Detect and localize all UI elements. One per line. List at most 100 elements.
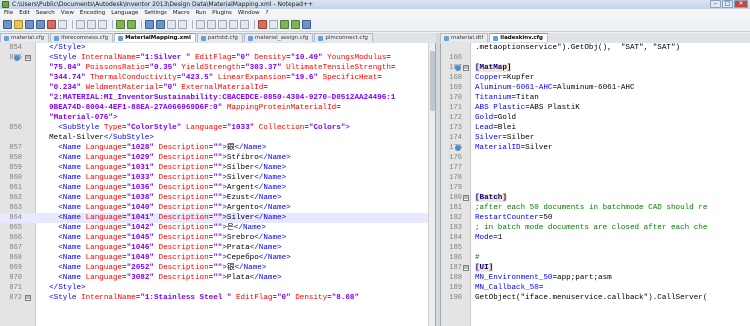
- save-all-icon[interactable]: [36, 20, 45, 29]
- code-line[interactable]: 166: [441, 53, 750, 63]
- code-line[interactable]: 169 Aluminum-6061-AHC=Aluminum-6061-AHC: [441, 83, 750, 93]
- code-line[interactable]: 173 Lead=Blei: [441, 123, 750, 133]
- code-line[interactable]: 866 <Name Language="1045" Description=""…: [0, 233, 435, 243]
- fold-toggle-icon[interactable]: ⊟: [463, 195, 469, 201]
- code-line[interactable]: 867 <Name Language="1046" Description=""…: [0, 243, 435, 253]
- file-tab[interactable]: material_assign.cfg: [243, 33, 314, 42]
- print-icon[interactable]: [58, 20, 67, 29]
- code-line[interactable]: 185: [441, 243, 750, 253]
- fold-toggle-icon[interactable]: ⊟: [25, 295, 31, 301]
- copy-icon[interactable]: [87, 20, 96, 29]
- zoom-out-icon[interactable]: [178, 20, 187, 29]
- code-line[interactable]: "75.84" PoissonsRatio = "0.35" YieldStreng…: [0, 63, 435, 73]
- undo-icon[interactable]: [116, 20, 125, 29]
- code-line[interactable]: 855⊟ <Style InternalName="1:Silver " Edi…: [0, 53, 435, 63]
- menu-item-window[interactable]: Window: [238, 9, 260, 18]
- code-line[interactable]: 870 <Name Language="3082" Description=""…: [0, 273, 435, 283]
- fold-toggle-icon[interactable]: ⊟: [25, 55, 31, 61]
- code-line[interactable]: 168 Copper=Kupfer: [441, 73, 750, 83]
- menu-item-view[interactable]: View: [61, 9, 74, 18]
- file-tab[interactable]: material.cfg: [0, 33, 50, 42]
- minimize-button[interactable]: –: [710, 0, 721, 8]
- bookmark-marker-icon[interactable]: [455, 65, 461, 71]
- fold-toggle-icon[interactable]: ⊟: [463, 65, 469, 71]
- menu-item-file[interactable]: File: [4, 9, 13, 18]
- vertical-scrollbar[interactable]: [428, 43, 435, 326]
- code-line[interactable]: 178: [441, 173, 750, 183]
- code-line[interactable]: 177: [441, 163, 750, 173]
- new-file-icon[interactable]: [3, 20, 12, 29]
- code-line[interactable]: 175MaterialID=Silver: [441, 143, 750, 153]
- save-macro-icon[interactable]: [302, 20, 311, 29]
- stop-macro-icon[interactable]: [269, 20, 278, 29]
- run-macro-multiple-icon[interactable]: [291, 20, 300, 29]
- sync-horizontal-icon[interactable]: [207, 20, 216, 29]
- code-line[interactable]: 856 <SubStyle Type="ColorStyle" Language…: [0, 123, 435, 133]
- code-line[interactable]: 862 <Name Language="1038" Description=""…: [0, 193, 435, 203]
- code-line[interactable]: 187 ⊟ [UI]: [441, 263, 750, 273]
- record-macro-icon[interactable]: [258, 20, 267, 29]
- menu-item-language[interactable]: Language: [111, 9, 138, 18]
- code-line[interactable]: 174 Silver=Silber: [441, 133, 750, 143]
- code-line[interactable]: 176: [441, 153, 750, 163]
- menu-item-edit[interactable]: Edit: [19, 9, 30, 18]
- code-line[interactable]: 189 MN_Callback_50=: [441, 283, 750, 293]
- code-line[interactable]: "2:MATERIAL:MI_InventorSustainability:CB…: [0, 93, 435, 103]
- menu-item-run[interactable]: Run: [196, 9, 207, 18]
- menu-item-settings[interactable]: Settings: [144, 9, 167, 18]
- code-line[interactable]: 190 GetObject("iface.menuservice.callback…: [441, 293, 750, 303]
- code-line[interactable]: 871 </Style>: [0, 283, 435, 293]
- file-tab[interactable]: iladeskinv.cfg: [489, 33, 548, 42]
- code-line[interactable]: 181 ;after each 50 documents in batchmode…: [441, 203, 750, 213]
- file-tab[interactable]: plmconnect.cfg: [314, 33, 373, 42]
- file-tab[interactable]: partstd.cfg: [196, 33, 243, 42]
- code-line[interactable]: 9BEA74D-8004-4EF1-88EA-27A066969D6F:0" M…: [0, 103, 435, 113]
- file-tab[interactable]: MaterialMapping.xml: [114, 33, 196, 42]
- code-line[interactable]: 872 ⊟ <Style InternalName="1:Stainless St…: [0, 293, 435, 303]
- code-line[interactable]: 864 <Name Language="1041" Description=""…: [0, 213, 435, 223]
- indent-guide-icon[interactable]: [240, 20, 249, 29]
- scroll-thumb[interactable]: [430, 51, 435, 111]
- code-line[interactable]: 184 Mode=1: [441, 233, 750, 243]
- menu-item-encoding[interactable]: Encoding: [80, 9, 105, 18]
- code-line[interactable]: 854 </Style>: [0, 43, 435, 53]
- code-lines[interactable]: .metaoptionservice").GetObj(), "SAT", "S…: [441, 43, 750, 303]
- code-line[interactable]: 180 ⊟ [Batch]: [441, 193, 750, 203]
- code-line[interactable]: 172 Gold=Gold: [441, 113, 750, 123]
- code-lines[interactable]: 854 </Style>855⊟ <Style InternalName="1:…: [0, 43, 435, 303]
- play-macro-icon[interactable]: [280, 20, 289, 29]
- code-line[interactable]: 860 <Name Language="1033" Description=""…: [0, 173, 435, 183]
- file-tab[interactable]: iforecomness.cfg: [50, 33, 114, 42]
- editor-pane-left[interactable]: 854 </Style>855⊟ <Style InternalName="1:…: [0, 43, 436, 326]
- maximize-button[interactable]: □: [722, 0, 733, 8]
- fold-toggle-icon[interactable]: ⊟: [463, 265, 469, 271]
- zoom-in-icon[interactable]: [167, 20, 176, 29]
- menu-item-plugins[interactable]: Plugins: [212, 9, 232, 18]
- code-line[interactable]: 857 <Name Language="1028" Description=""…: [0, 143, 435, 153]
- code-line[interactable]: 865 <Name Language="1042" Description=""…: [0, 223, 435, 233]
- close-file-icon[interactable]: [47, 20, 56, 29]
- replace-icon[interactable]: [156, 20, 165, 29]
- code-line[interactable]: 182 RestartCounter=50: [441, 213, 750, 223]
- menu-item-search[interactable]: Search: [36, 9, 55, 18]
- code-line[interactable]: "Material-076">: [0, 113, 435, 123]
- word-wrap-icon[interactable]: [218, 20, 227, 29]
- paste-icon[interactable]: [98, 20, 107, 29]
- code-line[interactable]: 167⊟[MatMap]: [441, 63, 750, 73]
- menu-item-[interactable]: ?: [266, 9, 269, 18]
- show-all-chars-icon[interactable]: [229, 20, 238, 29]
- code-line[interactable]: 869 <Name Language="2052" Description=""…: [0, 263, 435, 273]
- code-line[interactable]: 861 <Name Language="1036" Description=""…: [0, 183, 435, 193]
- code-line[interactable]: 170 Titanium=Titan: [441, 93, 750, 103]
- code-line[interactable]: "344.74" ThermalConductivity = "423.5" Lin…: [0, 73, 435, 83]
- code-line[interactable]: 179: [441, 183, 750, 193]
- code-line[interactable]: .metaoptionservice").GetObj(), "SAT", "S…: [441, 43, 750, 53]
- file-tab[interactable]: material.dtf: [440, 33, 489, 42]
- cut-icon[interactable]: [76, 20, 85, 29]
- code-line[interactable]: "0.234" WeldmentMaterial = "0" ExternalMat…: [0, 83, 435, 93]
- code-line[interactable]: 859 <Name Language="1031" Description=""…: [0, 163, 435, 173]
- code-line[interactable]: 183 ; in batch mode documents are closed …: [441, 223, 750, 233]
- bookmark-marker-icon[interactable]: [14, 55, 20, 61]
- code-line[interactable]: 863 <Name Language="1040" Description=""…: [0, 203, 435, 213]
- find-icon[interactable]: [145, 20, 154, 29]
